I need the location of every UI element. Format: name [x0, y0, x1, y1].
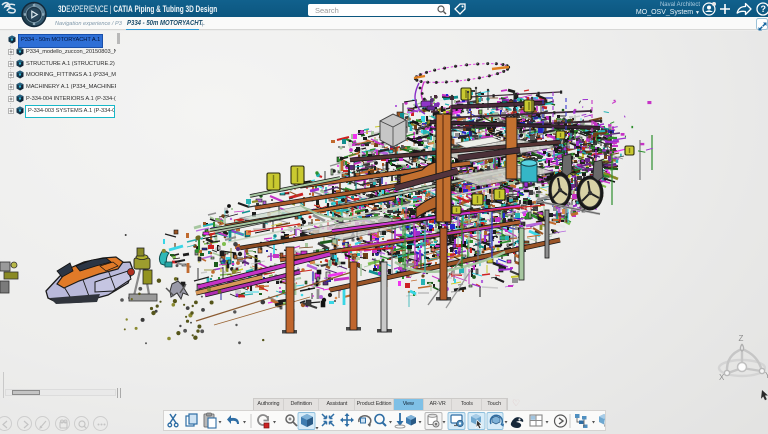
svg-text:?: ? [761, 4, 767, 14]
svg-text:X: X [719, 373, 725, 382]
svg-text:Z: Z [739, 334, 744, 343]
